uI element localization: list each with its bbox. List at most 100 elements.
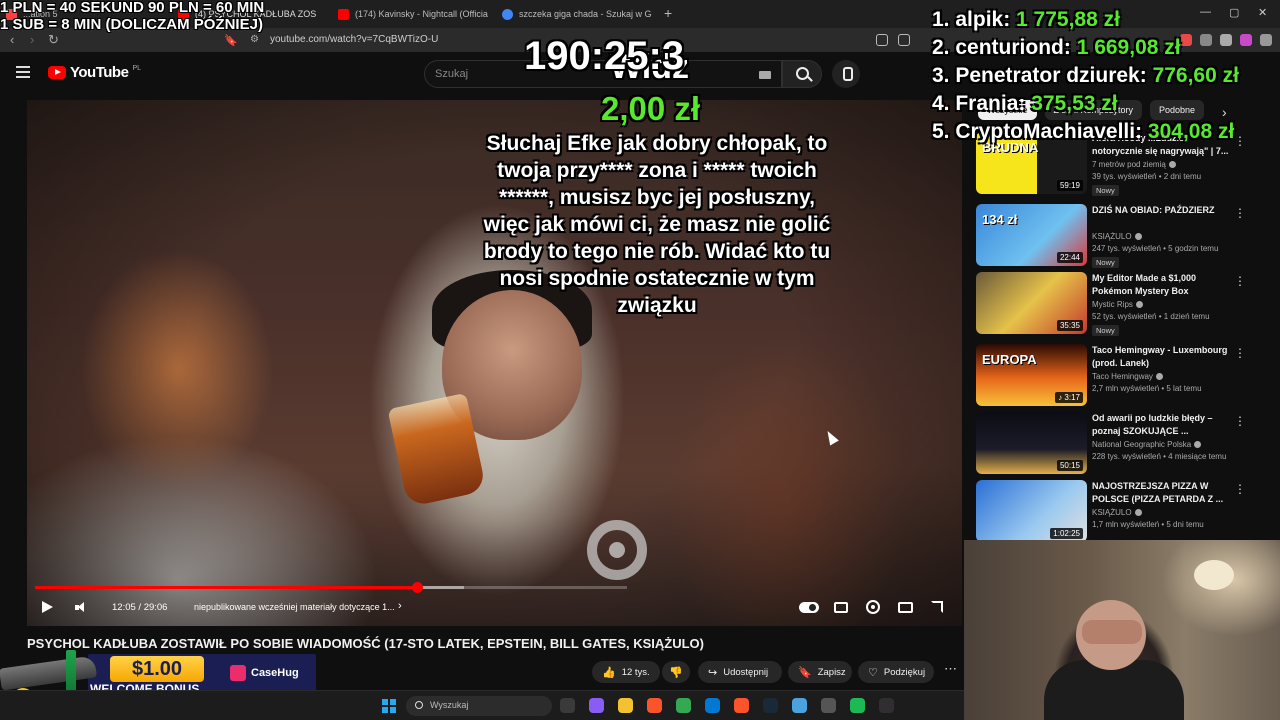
reload-icon[interactable]: ↻ [48, 32, 59, 48]
view-meta: 39 tys. wyświetleń • 2 dni temu [1092, 172, 1202, 181]
donor-amount: 776,60 zł [1152, 64, 1239, 87]
extension-icon[interactable] [1240, 34, 1252, 46]
recommendation-item[interactable]: 134 zł 22:44 DZIŚ NA OBIAD: PAŹDZIERZ KSIĄŻ… [976, 204, 1248, 268]
calculator-icon[interactable] [821, 698, 836, 713]
more-options-icon[interactable]: ⋮ [1234, 134, 1246, 148]
hamburger-menu-icon[interactable] [16, 66, 30, 78]
video-title: PSYCHOL KADŁUBA ZOSTAWIŁ PO SOBIE WIADOM… [27, 636, 704, 651]
video-thumbnail[interactable]: 1:02:25 [976, 480, 1087, 542]
verified-check-icon [1134, 233, 1142, 241]
channel-name[interactable]: National Geographic Polska [1092, 440, 1202, 449]
thumbnail-text: EUROPA [982, 352, 1037, 367]
notepad-icon[interactable] [792, 698, 807, 713]
search-placeholder: Szukaj [435, 68, 469, 80]
recommendation-item[interactable]: 1:02:25 NAJOSTRZEJSZA PIZZA W POLSCE (PIZ… [976, 480, 1248, 544]
gamepad-icon[interactable] [850, 698, 865, 713]
site-info-icon[interactable]: ⚙ [250, 34, 259, 45]
close-window-button[interactable]: ✕ [1258, 6, 1267, 19]
gun-graphic-icon [0, 655, 98, 691]
share-button[interactable]: ↪ Udostępnij [698, 661, 782, 683]
miniplayer-icon[interactable] [898, 602, 913, 613]
recommendation-title[interactable]: DZIŚ NA OBIAD: PAŹDZIERZ [1092, 204, 1232, 217]
donor-name: 5. CryptoMachiavelli: [932, 120, 1148, 143]
video-thumbnail[interactable]: 50:15 [976, 412, 1087, 474]
microphone-icon[interactable] [832, 60, 860, 88]
forward-arrow-icon[interactable]: › [30, 32, 34, 47]
recommendation-title[interactable]: Od awarii po ludzkie błędy – poznaj SZOK… [1092, 412, 1232, 438]
recommendation-item[interactable]: EUROPA ♪ 3:17 Taco Hemingway - Luxembourg … [976, 344, 1248, 408]
menu-icon[interactable] [1260, 34, 1272, 46]
video-thumbnail[interactable]: EUROPA ♪ 3:17 [976, 344, 1087, 406]
maximize-button[interactable]: ▢ [1229, 6, 1239, 19]
copilot-icon[interactable] [589, 698, 604, 713]
more-options-icon[interactable]: ⋮ [1234, 346, 1246, 360]
subtitles-icon[interactable] [834, 602, 848, 613]
recommendation-title[interactable]: Taco Hemingway - Luxembourg (prod. Lanek… [1092, 344, 1232, 370]
more-options-icon[interactable]: ⋮ [1234, 206, 1246, 220]
save-button[interactable]: 🔖 Zapisz [788, 661, 852, 683]
google-favicon-icon [502, 8, 513, 20]
progress-scrubber-handle[interactable] [411, 582, 423, 593]
file-explorer-icon[interactable] [618, 698, 633, 713]
thanks-button[interactable]: ♡ Podziękuj [858, 661, 934, 683]
share-page-icon[interactable] [898, 34, 910, 46]
extension-icon[interactable] [1180, 34, 1192, 46]
more-options-icon[interactable]: ⋮ [1234, 482, 1246, 496]
more-actions-icon[interactable]: ⋯ [944, 661, 957, 677]
channel-name[interactable]: KSIĄŻULO [1092, 232, 1142, 241]
recommendation-title[interactable]: My Editor Made a $1,000 Pokémon Mystery … [1092, 272, 1232, 298]
recommendation-item[interactable]: 35:35 My Editor Made a $1,000 Pokémon Mys… [976, 272, 1248, 336]
back-arrow-icon[interactable]: ‹ [10, 32, 14, 47]
youtube-favicon-icon [338, 8, 349, 20]
play-icon[interactable] [42, 601, 53, 613]
channel-name[interactable]: Taco Hemingway [1092, 372, 1163, 381]
like-button[interactable]: 👍 12 tys. [592, 661, 660, 683]
tab-3[interactable]: (174) Kavinsky - Nightcall (Official Au [338, 4, 488, 24]
settings-gear-icon[interactable] [866, 600, 880, 614]
channel-name[interactable]: 7 metrów pod ziemią [1092, 160, 1176, 169]
brave-icon[interactable] [647, 698, 662, 713]
windows-start-icon[interactable] [382, 699, 396, 713]
recommendation-title[interactable]: NAJOSTRZEJSZA PIZZA W POLSCE (PIZZA PETA… [1092, 480, 1232, 506]
chrome-icon[interactable] [676, 698, 691, 713]
minimize-button[interactable]: — [1200, 6, 1211, 18]
tab-4[interactable]: szczeka giga chada - Szukaj w Google [502, 4, 652, 24]
keyboard-icon[interactable] [759, 71, 771, 79]
taskbar-search-input[interactable]: Wyszukaj [406, 696, 552, 716]
dislike-button[interactable]: 👎 [662, 661, 690, 683]
obs-icon[interactable] [879, 698, 894, 713]
taskview-icon[interactable] [560, 698, 575, 713]
fullscreen-icon[interactable] [931, 601, 943, 613]
channel-label: 7 metrów pod ziemią [1092, 160, 1166, 169]
extension-icon[interactable] [1200, 34, 1212, 46]
more-options-icon[interactable]: ⋮ [1234, 414, 1246, 428]
url-field[interactable]: youtube.com/watch?v=7CqBWTizO-U [270, 34, 438, 45]
volume-icon[interactable] [75, 602, 87, 613]
shield-icon[interactable] [1220, 34, 1232, 46]
autoplay-toggle[interactable] [799, 602, 819, 613]
time-display: 12:05 / 29:06 [112, 602, 168, 613]
chapter-title[interactable]: niepublikowane wcześniej materiały dotyc… [194, 602, 395, 612]
chips-next-chevron-icon[interactable]: › [1222, 104, 1227, 120]
view-meta: 52 tys. wyświetleń • 1 dzień temu [1092, 312, 1210, 321]
view-meta: 228 tys. wyświetleń • 4 miesiące temu [1092, 452, 1227, 461]
channel-name[interactable]: KSIĄŻULO [1092, 508, 1142, 517]
search-icon [415, 701, 423, 709]
brave-active-icon[interactable] [734, 698, 749, 713]
channel-name[interactable]: Mystic Rips [1092, 300, 1143, 309]
chapter-chevron-icon[interactable]: › [398, 600, 402, 612]
steam-icon[interactable] [763, 698, 778, 713]
cast-icon[interactable] [876, 34, 888, 46]
more-options-icon[interactable]: ⋮ [1234, 274, 1246, 288]
youtube-logo[interactable]: YouTube PL [48, 64, 141, 81]
thanks-label: Podziękuj [883, 666, 926, 678]
bookmark-icon[interactable]: 🔖 [224, 34, 238, 47]
video-thumbnail[interactable]: 134 zł 22:44 [976, 204, 1087, 266]
new-tab-button[interactable]: + [664, 5, 672, 21]
logo-text: YouTube [70, 64, 129, 81]
video-thumbnail[interactable]: 35:35 [976, 272, 1087, 334]
store-icon[interactable] [705, 698, 720, 713]
search-button[interactable] [782, 60, 822, 88]
chip-related[interactable]: Podobne [1150, 100, 1205, 120]
recommendation-item[interactable]: 50:15 Od awarii po ludzkie błędy – poznaj… [976, 412, 1248, 476]
